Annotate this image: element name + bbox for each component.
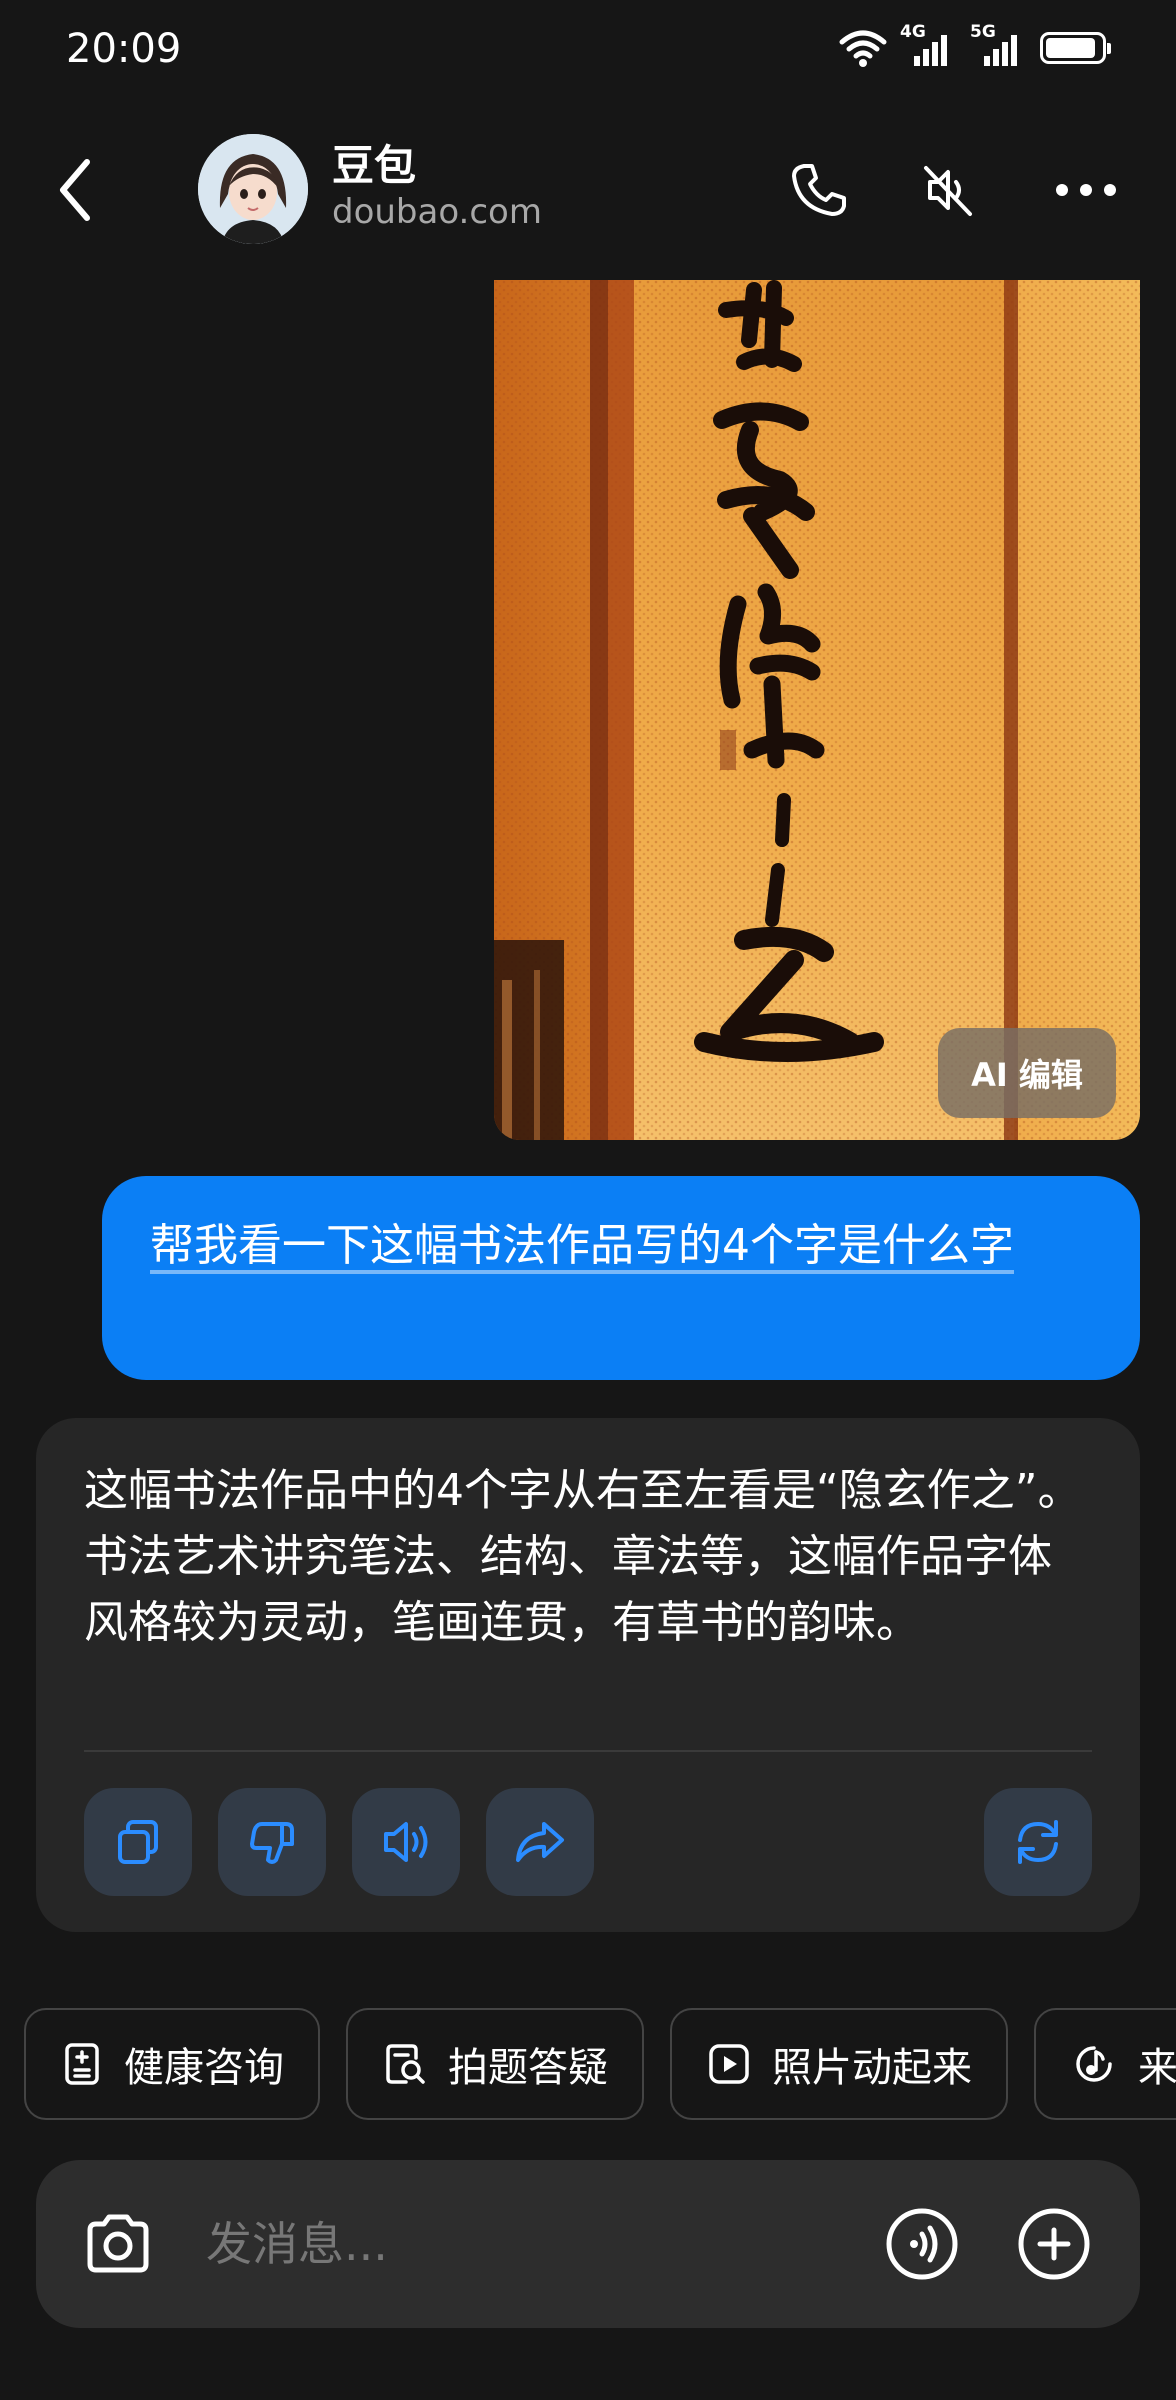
- message-input-bar: 发消息...: [36, 2160, 1140, 2328]
- music-icon: [1076, 2046, 1112, 2082]
- divider: [84, 1750, 1092, 1752]
- read-aloud-button[interactable]: [352, 1788, 460, 1896]
- plus-circle-icon: [1018, 2208, 1090, 2280]
- more-button[interactable]: [1048, 152, 1124, 228]
- contact-name: 豆包: [332, 141, 417, 190]
- battery-icon: [1040, 32, 1111, 64]
- camera-icon: [87, 2214, 149, 2273]
- mute-button[interactable]: [910, 152, 986, 228]
- user-message-bubble[interactable]: 帮我看一下这幅书法作品写的4个字是什么字: [102, 1176, 1140, 1380]
- chip-animate-photo[interactable]: 照片动起来: [670, 2008, 1008, 2120]
- ai-reply-card: 这幅书法作品中的4个字从右至左看是“隐玄作之”。书法艺术讲究笔法、结构、章法等，…: [36, 1418, 1140, 1932]
- wifi-icon: [839, 30, 887, 67]
- share-button[interactable]: [486, 1788, 594, 1896]
- speaker-mute-icon: [924, 166, 972, 216]
- signal-4g-icon: 4G: [900, 22, 958, 68]
- contact-subtitle: doubao.com: [332, 192, 542, 232]
- more-icon: [1056, 184, 1116, 196]
- share-icon: [516, 1822, 564, 1862]
- ai-reply-text: 这幅书法作品中的4个字从右至左看是“隐玄作之”。书法艺术讲究笔法、结构、章法等，…: [84, 1465, 1082, 1648]
- calligraphy-photo: [494, 280, 1140, 1140]
- dislike-button[interactable]: [218, 1788, 326, 1896]
- status-time: 20:09: [66, 26, 182, 72]
- message-input[interactable]: 发消息...: [206, 2208, 388, 2274]
- regenerate-button[interactable]: [984, 1788, 1092, 1896]
- chevron-left-icon: [60, 159, 90, 221]
- status-icons: 4G 5G: [838, 22, 1111, 68]
- health-record-icon: [65, 2043, 99, 2085]
- voice-button[interactable]: [884, 2206, 960, 2282]
- quick-actions: 健康咨询 拍题答疑 照片动起来 来: [24, 2008, 1176, 2120]
- play-icon: [709, 2044, 749, 2084]
- avatar[interactable]: [198, 134, 308, 244]
- shared-photo[interactable]: AI 编辑: [494, 280, 1140, 1140]
- signal-5g-icon: 5G: [970, 22, 1028, 68]
- speaker-icon: [384, 1822, 428, 1862]
- chip-health-consult[interactable]: 健康咨询: [24, 2008, 320, 2120]
- voice-wave-icon: [886, 2208, 958, 2280]
- status-bar: 20:09 4G 5G: [0, 0, 1176, 100]
- add-button[interactable]: [1016, 2206, 1092, 2282]
- search-document-icon: [386, 2044, 425, 2084]
- refresh-icon: [1018, 1820, 1058, 1864]
- chat-header: 豆包 doubao.com: [0, 100, 1176, 280]
- copy-button[interactable]: [84, 1788, 192, 1896]
- chip-photo-question[interactable]: 拍题答疑: [346, 2008, 644, 2120]
- camera-button[interactable]: [82, 2208, 154, 2280]
- copy-icon: [118, 1820, 158, 1864]
- user-message-text[interactable]: 帮我看一下这幅书法作品写的4个字是什么字: [150, 1214, 1092, 1278]
- back-button[interactable]: [40, 150, 110, 230]
- call-button[interactable]: [780, 152, 856, 228]
- chip-music[interactable]: 来: [1034, 2008, 1176, 2120]
- phone-icon: [792, 164, 846, 216]
- thumbs-down-icon: [250, 1822, 294, 1864]
- ai-edit-button[interactable]: AI 编辑: [938, 1028, 1116, 1118]
